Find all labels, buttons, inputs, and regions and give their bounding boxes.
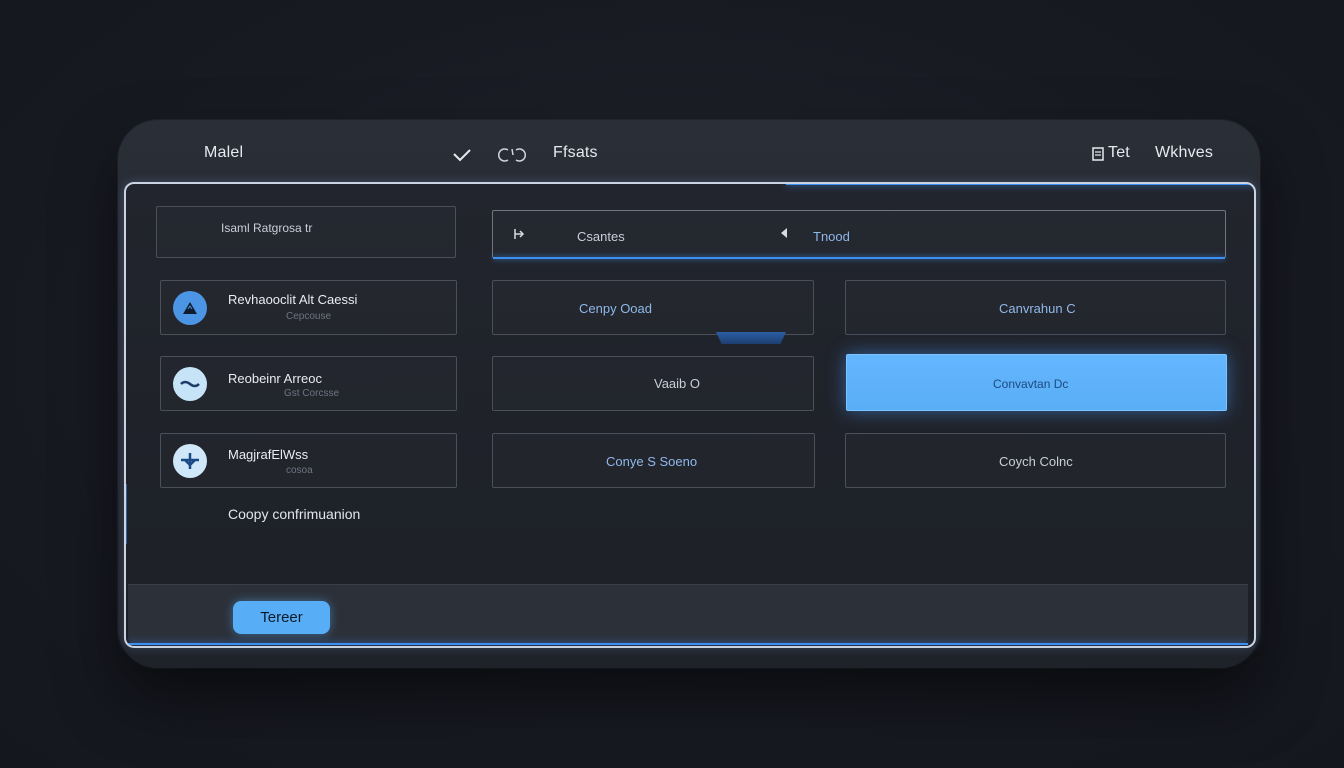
title-bar: Malel Ffsats Tet Wkhves xyxy=(118,120,1260,182)
app-window: Malel Ffsats Tet Wkhves Isaml Ratgrosa t… xyxy=(118,120,1260,668)
arrow-left-icon[interactable] xyxy=(779,227,789,242)
option-label: Vaaib O xyxy=(654,376,701,391)
refresh-icon[interactable] xyxy=(498,147,526,168)
contact-name: Reobeinr Arreoc xyxy=(228,371,322,386)
document-icon[interactable] xyxy=(1092,147,1104,166)
left-search-placeholder: Isaml Ratgrosa tr xyxy=(221,221,313,235)
mountain-icon xyxy=(173,291,207,325)
search-focus-line xyxy=(493,257,1225,259)
center-label[interactable]: Ffsats xyxy=(553,144,598,162)
left-search-field[interactable]: Isaml Ratgrosa tr xyxy=(156,206,456,258)
wave-icon xyxy=(173,367,207,401)
option-button[interactable]: Canvrahun C xyxy=(845,280,1226,335)
right-label-2[interactable]: Wkhves xyxy=(1155,144,1213,162)
checkmark-icon[interactable] xyxy=(452,148,472,167)
filter-icon[interactable] xyxy=(513,228,525,243)
option-label: Canvrahun C xyxy=(999,301,1076,316)
contact-subtitle: Cepcouse xyxy=(286,311,332,322)
footer-accent-line xyxy=(128,643,1248,645)
search-label-2: Tnood xyxy=(813,229,850,244)
contact-item[interactable]: Revhaooclit Alt Caessi Cepcouse xyxy=(160,280,457,335)
search-label-1: Csantes xyxy=(577,229,625,244)
right-label-1[interactable]: Tet xyxy=(1108,144,1130,162)
ship-icon xyxy=(173,444,207,478)
contact-name: MagjrafElWss xyxy=(228,447,309,462)
option-label: Conye S Soeno xyxy=(606,454,698,469)
option-button[interactable]: Vaaib O xyxy=(492,356,814,411)
footer-bar: Tereer xyxy=(128,584,1248,645)
option-button[interactable]: Conye S Soeno xyxy=(492,433,815,488)
main-panel: Isaml Ratgrosa tr Csantes Tnood Revhaooc… xyxy=(124,182,1256,648)
contact-item[interactable]: MagjrafElWss cosoa xyxy=(160,433,457,488)
option-button[interactable]: Cenpy Ooad xyxy=(492,280,814,335)
main-search-bar[interactable]: Csantes Tnood xyxy=(492,210,1226,259)
contact-name: Revhaooclit Alt Caessi xyxy=(228,292,358,307)
option-label: Cenpy Ooad xyxy=(579,301,652,316)
option-button[interactable]: Coych Colnc xyxy=(845,433,1226,488)
footer-note: Coopy confrimuanion xyxy=(228,506,361,522)
window-title: Malel xyxy=(204,144,244,161)
edge-accent xyxy=(126,484,127,544)
progress-indicator xyxy=(786,184,1254,185)
option-label: Coych Colnc xyxy=(999,454,1073,469)
option-label: Convavtan Dc xyxy=(993,377,1069,391)
primary-button[interactable]: Tereer xyxy=(233,601,330,634)
contact-subtitle: cosoa xyxy=(286,465,313,476)
contact-item[interactable]: Reobeinr Arreoc Gst Corcsse xyxy=(160,356,457,411)
contact-subtitle: Gst Corcsse xyxy=(284,388,340,399)
selected-option-button[interactable]: Convavtan Dc xyxy=(846,354,1227,411)
active-tab-indicator xyxy=(716,332,786,344)
